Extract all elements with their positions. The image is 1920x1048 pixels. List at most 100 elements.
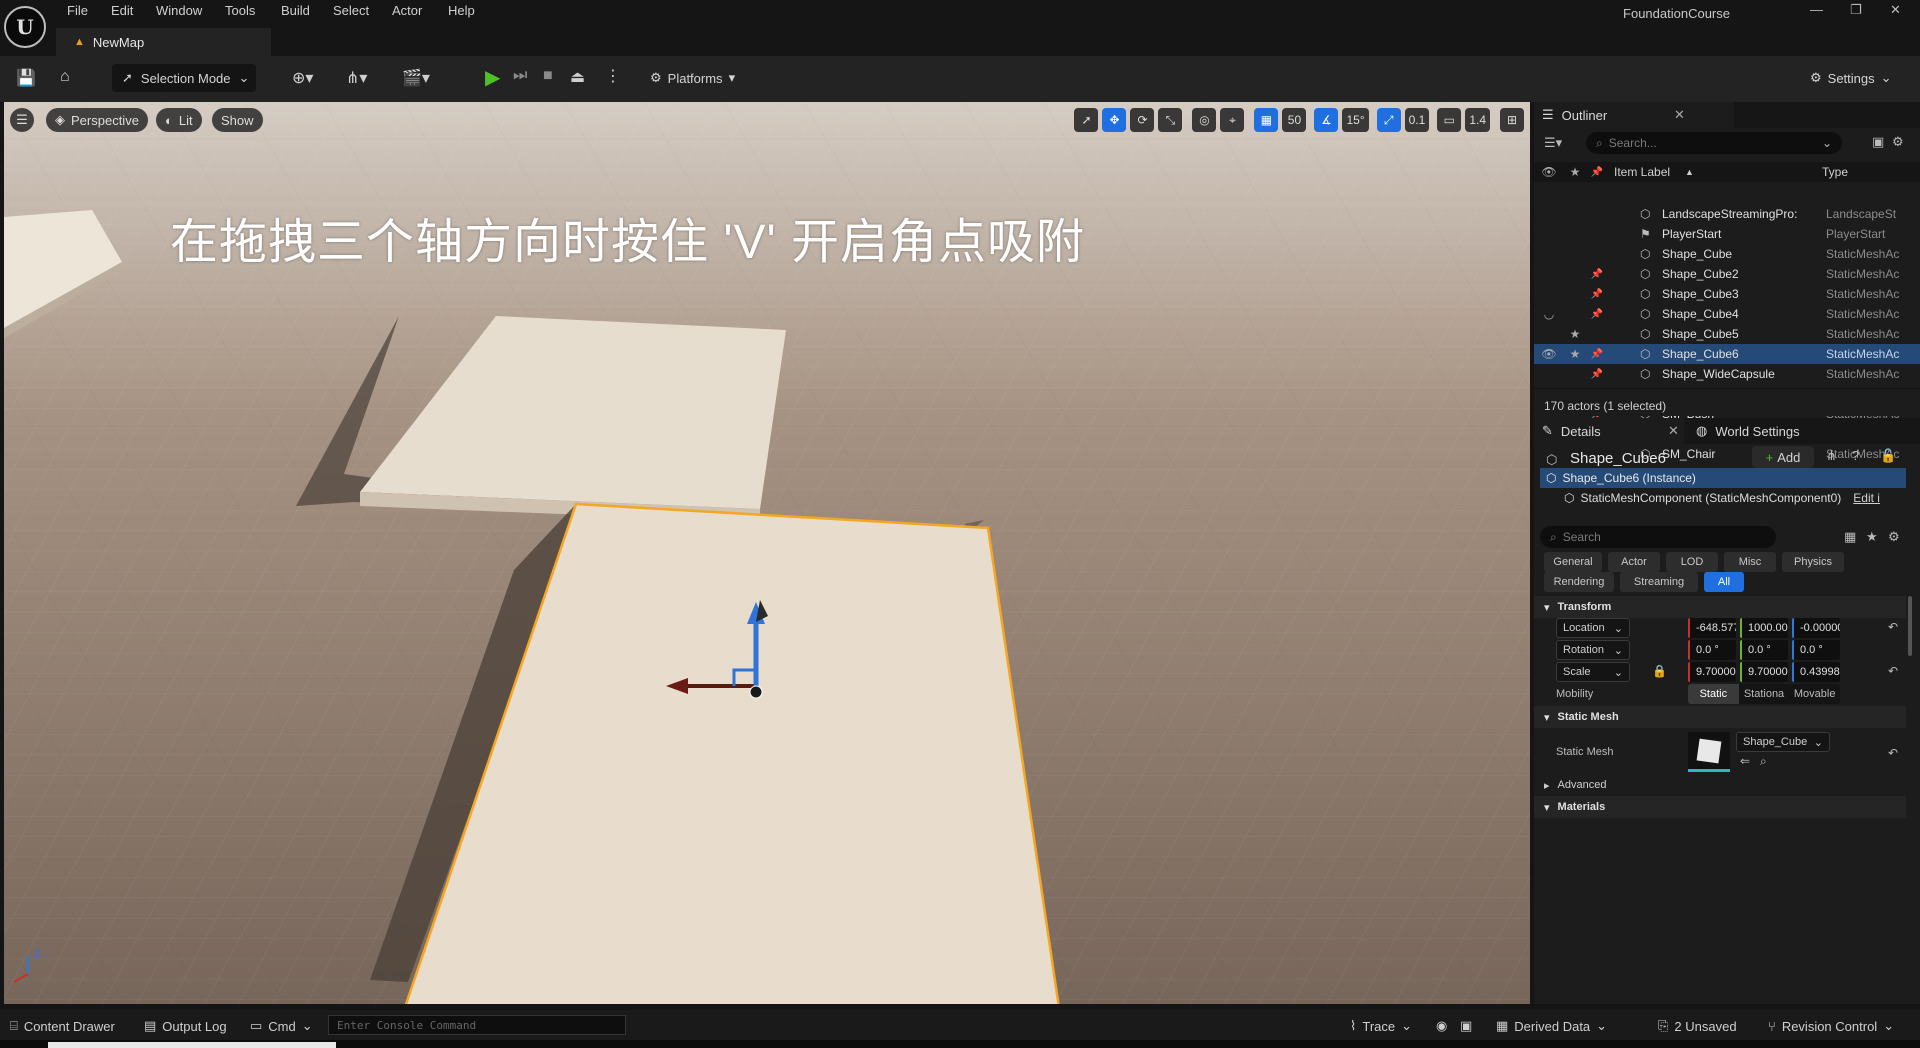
location-y-input[interactable]: 1000.000 <box>1740 618 1788 638</box>
star-icon[interactable]: ★ <box>1564 347 1586 361</box>
filter-streaming[interactable]: Streaming <box>1620 572 1698 592</box>
outliner-row[interactable]: 📌 ⬡ Shape_WideCapsule StaticMeshAc <box>1534 364 1920 384</box>
grid-snap-value[interactable]: 50 <box>1282 108 1307 132</box>
scale-z-input[interactable]: 0.439986 <box>1792 662 1840 682</box>
reset-icon[interactable]: ↶ <box>1888 620 1898 634</box>
maximize-viewport-icon[interactable]: ⊞ <box>1500 108 1524 132</box>
col-type[interactable]: Type <box>1822 165 1848 179</box>
rotate-tool-icon[interactable]: ⟳ <box>1130 108 1155 132</box>
pin-icon[interactable]: 📌 <box>1586 289 1608 300</box>
reset-icon[interactable]: ↶ <box>1888 746 1898 760</box>
show-button[interactable]: Show <box>212 108 263 132</box>
menu-select[interactable]: Select <box>333 3 369 18</box>
mesh-thumbnail[interactable] <box>1688 732 1730 772</box>
gear-icon[interactable]: ⚙ <box>1892 134 1904 150</box>
lock-icon[interactable]: 🔒 <box>1652 664 1667 678</box>
star-icon[interactable]: ★ <box>1866 529 1878 545</box>
edit-link[interactable]: Edit i <box>1853 491 1880 505</box>
outliner-row[interactable]: ⚑ PlayerStart PlayerStart <box>1534 224 1920 244</box>
scale-y-input[interactable]: 9.700002 <box>1740 662 1788 682</box>
outliner-search-input[interactable]: ⌕ Search... ⌄ <box>1586 132 1842 154</box>
close-window-icon[interactable]: ✕ <box>1890 2 1901 18</box>
surface-snap-icon[interactable]: ⌖ <box>1220 108 1245 132</box>
mobility-static[interactable]: Static <box>1688 684 1739 704</box>
grid-snap-icon[interactable]: ▦ <box>1254 108 1279 132</box>
unsaved-button[interactable]: ⎘ 2 Unsaved <box>1658 1018 1737 1034</box>
pin-icon[interactable]: 📌 <box>1586 369 1608 380</box>
world-space-icon[interactable]: ◎ <box>1192 108 1217 132</box>
visibility-icon[interactable]: ◡ <box>1534 307 1564 321</box>
filter-rendering[interactable]: Rendering <box>1544 572 1614 592</box>
materials-section[interactable]: ▾ Materials <box>1534 796 1906 818</box>
outliner-row[interactable]: ⬡ LandscapeStreamingPro: LandscapeSt <box>1534 204 1920 224</box>
console-input[interactable]: Enter Console Command <box>328 1015 626 1035</box>
rotation-snap-value[interactable]: 15° <box>1342 108 1369 132</box>
outliner-row[interactable]: ⬡ Shape_Cube StaticMeshAc <box>1534 244 1920 264</box>
rotation-x-input[interactable]: 0.0 ° <box>1688 640 1736 660</box>
world-settings-tab[interactable]: ◍ World Settings <box>1684 418 1920 444</box>
scale-snap-icon[interactable]: ⤢ <box>1376 108 1401 132</box>
static-mesh-component-row[interactable]: ⬡ StaticMeshComponent (StaticMeshComponen… <box>1560 488 1906 508</box>
perspective-button[interactable]: ◈ Perspective <box>46 108 148 132</box>
location-dropdown[interactable]: Location ⌄ <box>1556 618 1630 638</box>
content-drawer-button[interactable]: ⌸ Content Drawer <box>10 1018 115 1034</box>
menu-window[interactable]: Window <box>156 3 202 18</box>
pin-icon[interactable]: 📌 <box>1586 269 1608 280</box>
star-icon[interactable]: ★ <box>1564 327 1586 341</box>
screenshot-icon[interactable]: ▣ <box>1460 1018 1472 1034</box>
filter-lod[interactable]: LOD <box>1666 552 1718 572</box>
use-selected-icon[interactable]: ⇐ <box>1740 754 1750 768</box>
mobility-movable[interactable]: Movable <box>1789 684 1840 704</box>
table-view-icon[interactable]: ▦ <box>1844 529 1856 545</box>
filter-actor[interactable]: Actor <box>1608 552 1660 572</box>
close-tab-icon[interactable]: ✕ <box>1674 107 1685 123</box>
minimize-icon[interactable]: — <box>1810 2 1823 17</box>
rotation-snap-icon[interactable]: ∡ <box>1314 108 1339 132</box>
cmd-dropdown[interactable]: ▭ Cmd ⌄ <box>250 1018 313 1034</box>
location-x-input[interactable]: -648.577 <box>1688 618 1736 638</box>
tab-newmap[interactable]: ▲ NewMap <box>56 28 271 56</box>
record-icon[interactable]: ◉ <box>1436 1018 1447 1034</box>
component-instance-row[interactable]: ⬡ Shape_Cube6 (Instance) <box>1540 468 1906 488</box>
lit-button[interactable]: ◐ Lit <box>156 108 202 132</box>
restore-icon[interactable]: ❐ <box>1850 2 1862 18</box>
level-viewport[interactable]: Z ☰ ◈ Perspective ◐ Lit Show ➚ ✥ ⟳ ⤡ ◎ ⌖ ▦… <box>4 102 1530 1004</box>
filter-all[interactable]: All <box>1704 572 1744 592</box>
lock-icon[interactable]: 🔓 <box>1880 448 1896 464</box>
selection-mode-button[interactable]: ➚ Selection Mode ⌄ <box>112 64 256 92</box>
stop-icon[interactable]: ■ <box>543 67 553 85</box>
add-component-button[interactable]: + Add <box>1752 446 1814 468</box>
outliner-row[interactable]: 👁 ★ 📌 ⬡ Shape_Cube6 StaticMeshAc <box>1534 344 1920 364</box>
menu-build[interactable]: Build <box>281 3 310 18</box>
filter-physics[interactable]: Physics <box>1782 552 1844 572</box>
mobility-stationary[interactable]: Stationa <box>1739 684 1790 704</box>
outliner-tab[interactable]: ☰ Outliner ✕ <box>1534 102 1734 128</box>
menu-edit[interactable]: Edit <box>111 3 133 18</box>
location-z-input[interactable]: -0.00000 <box>1792 618 1840 638</box>
viewport-menu-button[interactable]: ☰ <box>10 108 34 132</box>
more-options-icon[interactable]: ⋮ <box>605 66 621 86</box>
unreal-logo[interactable]: U <box>4 6 46 48</box>
gear-icon[interactable]: ⚙ <box>1888 529 1900 545</box>
filter-misc[interactable]: Misc <box>1724 552 1776 572</box>
outliner-row[interactable]: 📌 ⬡ Shape_Cube3 StaticMeshAc <box>1534 284 1920 304</box>
scale-snap-value[interactable]: 0.1 <box>1404 108 1430 132</box>
outliner-row[interactable]: 📌 ⬡ Shape_Cube2 StaticMeshAc <box>1534 264 1920 284</box>
browse-icon[interactable]: ⌂ <box>60 68 70 86</box>
scale-x-input[interactable]: 9.700002 <box>1688 662 1736 682</box>
static-mesh-section[interactable]: ▾ Static Mesh <box>1534 706 1906 728</box>
outliner-row[interactable]: ★ ⬡ Shape_Cube5 StaticMeshAc <box>1534 324 1920 344</box>
output-log-button[interactable]: ▤ Output Log <box>144 1018 227 1034</box>
pin-icon[interactable]: 📌 <box>1586 349 1608 360</box>
trace-button[interactable]: ⌇ Trace ⌄ <box>1350 1018 1412 1034</box>
move-tool-icon[interactable]: ✥ <box>1102 108 1127 132</box>
details-scrollbar[interactable] <box>1908 596 1912 656</box>
menu-file[interactable]: File <box>67 3 88 18</box>
static-mesh-dropdown[interactable]: Shape_Cube ⌄ <box>1736 732 1830 752</box>
rotation-y-input[interactable]: 0.0 ° <box>1740 640 1788 660</box>
settings-button[interactable]: ⚙ Settings ⌄ <box>1810 70 1892 86</box>
visibility-icon[interactable]: 👁 <box>1534 347 1564 361</box>
save-icon[interactable]: 💾 <box>16 68 36 88</box>
advanced-row[interactable]: ▸ Advanced <box>1534 774 1906 796</box>
play-icon[interactable]: ▶ <box>485 65 500 90</box>
